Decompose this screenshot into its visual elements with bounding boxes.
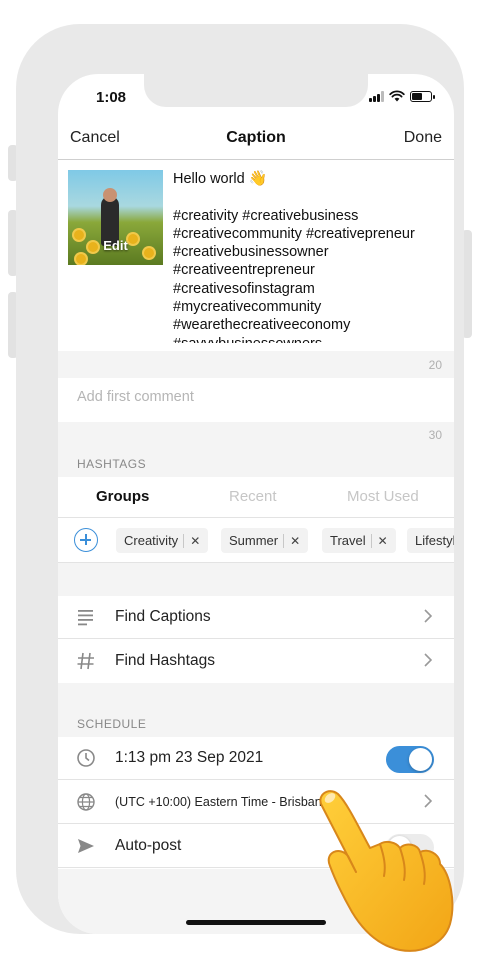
wifi-icon [389, 90, 405, 102]
post-thumbnail[interactable]: Edit [68, 170, 163, 265]
find-captions-label: Find Captions [115, 608, 211, 625]
thumbnail-edit-label[interactable]: Edit [68, 238, 163, 253]
schedule-section-label: SCHEDULE [77, 717, 147, 731]
chevron-right-icon [424, 609, 432, 623]
caption-hashtag-line: #wearethecreativeeconomy [173, 317, 351, 334]
first-comment-placeholder: Add first comment [77, 389, 194, 405]
caption-hashtag-line: #creativeentrepreneur [173, 262, 315, 279]
caption-hashtag-line: #creativity #creativebusiness [173, 207, 359, 224]
schedule-header: SCHEDULE [58, 683, 454, 737]
find-hashtags-label: Find Hashtags [115, 652, 215, 669]
send-icon [78, 839, 94, 853]
battery-icon [410, 90, 435, 102]
remove-chip-icon[interactable]: ✕ [290, 534, 300, 548]
caption-hashtag-line: #mycreativecommunity [173, 299, 322, 316]
hashtag-groups-row: Creativity ✕ Summer ✕ Travel ✕ Lifestyle [58, 519, 454, 563]
hashtag-tabs: Groups Recent Most Used [58, 477, 454, 518]
caption-first-line: Hello world [173, 171, 245, 187]
chevron-right-icon [424, 653, 432, 667]
spacer [58, 563, 454, 596]
caption-hashtag-line: #savvybusinessowners [173, 335, 451, 343]
timezone-label: (UTC +10:00) Eastern Time - Brisbane [115, 795, 329, 809]
tab-groups[interactable]: Groups [96, 488, 149, 505]
hashtags-section-label: HASHTAGS [77, 457, 147, 471]
waving-hand-icon: 👋 [248, 170, 268, 187]
signal-icon [369, 90, 384, 102]
first-comment-field[interactable]: Add first comment [58, 378, 454, 422]
hashtag-chip[interactable]: Lifestyle [407, 528, 454, 553]
caption-hashtag-line: #creativebusinessowner [173, 244, 329, 261]
hashtag-chip[interactable]: Travel ✕ [322, 528, 396, 553]
caption-hashtag-line: #creativesofinstagram [173, 280, 315, 297]
tab-recent[interactable]: Recent [229, 488, 277, 505]
hashtags-header: 30 HASHTAGS [58, 422, 454, 477]
clock-icon [77, 749, 95, 767]
hashtag-chip-label: Creativity [124, 533, 179, 548]
page-title: Caption [226, 129, 286, 146]
add-group-button[interactable] [74, 528, 98, 552]
globe-icon [77, 793, 95, 811]
lines-icon [78, 610, 93, 626]
caption-editor: Edit Hello world 👋 #creativity #creative… [58, 161, 454, 351]
hashtag-chip-label: Travel [330, 533, 366, 548]
caption-counter-bar: 20 [58, 351, 454, 378]
caption-textarea[interactable]: Hello world 👋 #creativity #creativebusin… [173, 170, 451, 343]
autopost-label: Auto-post [115, 837, 182, 854]
nav-bar: Cancel Caption Done [58, 126, 454, 160]
tab-most-used[interactable]: Most Used [347, 488, 419, 505]
sunflower [76, 254, 86, 264]
comment-char-counter: 30 [428, 428, 442, 442]
toggle-knob [409, 748, 432, 771]
find-hashtags-row[interactable]: Find Hashtags [58, 640, 454, 683]
hashtag-chip-label: Summer [229, 533, 279, 548]
status-icons [369, 90, 435, 102]
photo-person-head [103, 188, 117, 202]
done-button[interactable]: Done [404, 129, 442, 147]
status-time: 1:08 [96, 89, 127, 106]
hashtag-chip[interactable]: Creativity ✕ [116, 528, 209, 553]
caption-char-counter: 20 [428, 358, 442, 372]
remove-chip-icon[interactable]: ✕ [190, 534, 200, 548]
find-captions-row[interactable]: Find Captions [58, 596, 454, 639]
caption-hashtag-line: #creativecommunity #creativepreneur [173, 225, 415, 242]
pointing-hand-icon [319, 790, 454, 952]
schedule-datetime-row[interactable]: 1:13 pm 23 Sep 2021 [58, 737, 454, 780]
remove-chip-icon[interactable]: ✕ [378, 534, 388, 548]
schedule-toggle[interactable] [386, 746, 434, 773]
hash-icon [77, 652, 94, 670]
notch [144, 74, 368, 107]
hashtag-chip-label: Lifestyle [415, 533, 454, 548]
schedule-datetime: 1:13 pm 23 Sep 2021 [115, 749, 264, 766]
hashtag-chip[interactable]: Summer ✕ [221, 528, 309, 553]
